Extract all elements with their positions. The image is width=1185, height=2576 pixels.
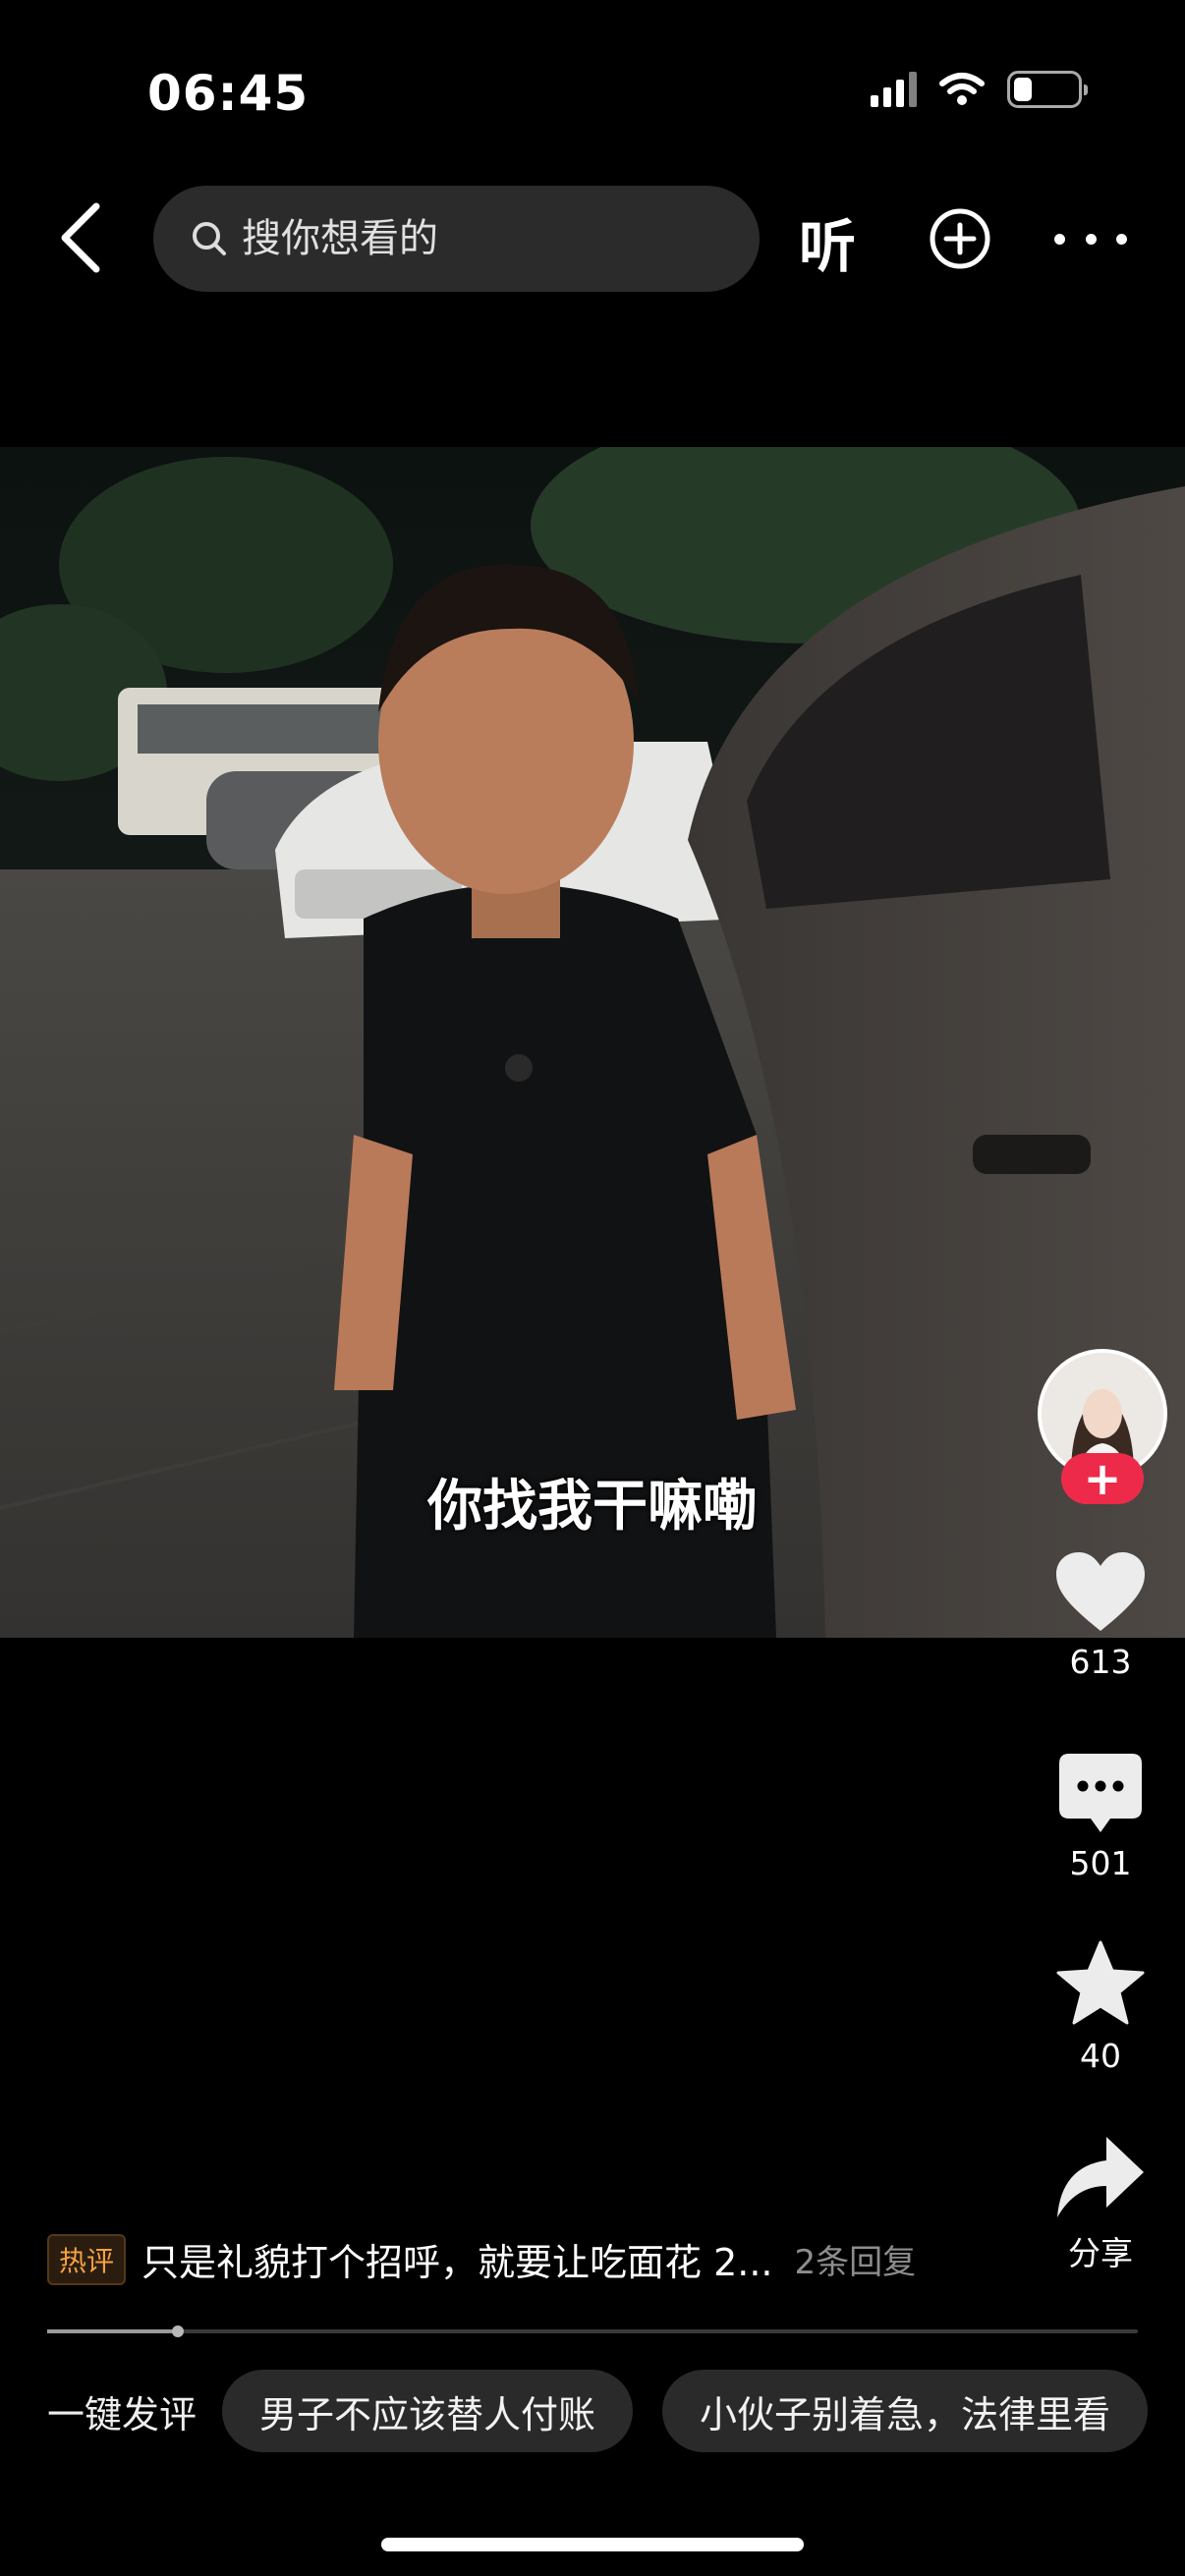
- favorite-button[interactable]: 40: [1032, 1940, 1169, 2075]
- share-label: 分享: [1068, 2234, 1133, 2272]
- video-frame: [0, 447, 1185, 1638]
- cellular-signal-icon: [871, 72, 917, 107]
- search-bar[interactable]: [153, 186, 760, 292]
- search-input[interactable]: [242, 216, 753, 261]
- hot-comment-replies[interactable]: 2条回复: [795, 2235, 917, 2283]
- heart-icon: [1056, 1552, 1145, 1631]
- like-button[interactable]: 613: [1032, 1552, 1169, 1681]
- share-icon: [1057, 2137, 1144, 2217]
- quick-comment-label: 一键发评: [47, 2392, 198, 2436]
- comment-icon: [1059, 1754, 1142, 1832]
- back-icon[interactable]: [51, 196, 110, 279]
- video-progress-bar[interactable]: [47, 2325, 1138, 2337]
- comment-count: 501: [1069, 1844, 1132, 1882]
- quick-comment-chip[interactable]: 男子不应该替人付账: [222, 2370, 634, 2452]
- search-icon: [193, 222, 226, 255]
- hot-comment-badge: 热评: [47, 2233, 127, 2285]
- video-player[interactable]: [0, 447, 1185, 1638]
- video-subtitle: 你找我干嘛嘞: [427, 1475, 758, 1539]
- quick-comment-row: 一键发评 男子不应该替人付账 小伙子别着急，法律里看: [47, 2370, 1177, 2452]
- hot-comment[interactable]: 热评 只是礼貌打个招呼，就要让吃面花 2... 2条回复: [47, 2232, 990, 2286]
- status-icons: [871, 71, 1088, 108]
- quick-comment-chip[interactable]: 小伙子别着急，法律里看: [662, 2370, 1149, 2452]
- comment-button[interactable]: 501: [1032, 1754, 1169, 1882]
- share-button[interactable]: 分享: [1032, 2137, 1169, 2274]
- plus-icon: +: [1083, 1452, 1122, 1505]
- follow-button[interactable]: +: [1061, 1453, 1144, 1504]
- listen-button[interactable]: 听: [799, 200, 856, 283]
- battery-icon: [1007, 71, 1088, 108]
- progress-knob[interactable]: [172, 2325, 185, 2337]
- like-count: 613: [1069, 1643, 1132, 1681]
- star-icon: [1056, 1940, 1145, 2025]
- status-time: 06:45: [147, 65, 310, 122]
- hot-comment-text: 只是礼貌打个招呼，就要让吃面花 2...: [141, 2241, 773, 2284]
- progress-fill: [47, 2329, 179, 2333]
- wifi-icon: [939, 73, 985, 105]
- home-indicator[interactable]: [381, 2538, 804, 2551]
- more-options-icon[interactable]: [1054, 219, 1127, 258]
- favorite-count: 40: [1080, 2037, 1121, 2075]
- add-circle-icon[interactable]: [929, 207, 991, 270]
